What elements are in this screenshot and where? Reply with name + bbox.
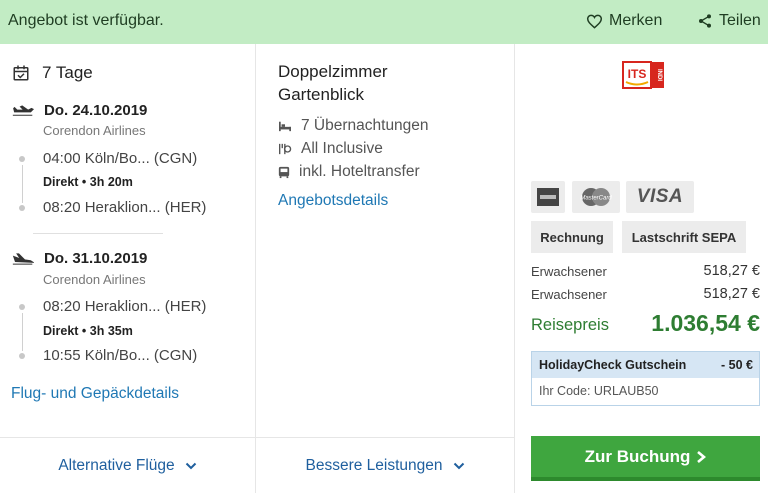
operator-logo: ITS INDI bbox=[622, 61, 665, 89]
price-row-value: 518,27 € bbox=[703, 263, 760, 279]
timeline-line bbox=[21, 313, 23, 351]
book-button-label: Zur Buchung bbox=[584, 446, 691, 466]
flight-column: 7 Tage Do. 24.10.2019 Corendon Airlines … bbox=[0, 44, 256, 437]
total-price-value: 1.036,54 € bbox=[651, 310, 760, 336]
outbound-date-label: Do. 24.10.2019 bbox=[44, 102, 148, 119]
availability-bar: Angebot ist verfügbar. Merken Teilen bbox=[0, 0, 768, 44]
outbound-arrival: 08:20 Heraklion... (HER) bbox=[43, 199, 207, 216]
voucher-discount: - 50 € bbox=[721, 358, 753, 372]
duration-label: 7 Tage bbox=[42, 63, 93, 82]
return-arrival: 10:55 Köln/Bo... (CGN) bbox=[43, 347, 198, 364]
return-airline: Corendon Airlines bbox=[43, 272, 146, 287]
feature-transfer: inkl. Hoteltransfer bbox=[278, 163, 420, 181]
plane-arrival-icon bbox=[12, 252, 34, 265]
mastercard-icon: MasterCard bbox=[572, 181, 620, 213]
divider bbox=[33, 233, 163, 234]
timeline-dot bbox=[19, 156, 25, 162]
room-column: Doppelzimmer Gartenblick 7 Übernachtunge… bbox=[256, 44, 515, 437]
logo-sub-text: INDI bbox=[656, 69, 662, 81]
save-label: Merken bbox=[609, 12, 663, 29]
return-date: Do. 31.10.2019 bbox=[12, 250, 147, 267]
save-button[interactable]: Merken bbox=[586, 12, 662, 30]
total-price-label: Reisepreis bbox=[531, 316, 609, 334]
book-button[interactable]: Zur Buchung bbox=[531, 436, 760, 481]
chevron-right-icon bbox=[697, 450, 707, 463]
offer-details-link[interactable]: Angebotsdetails bbox=[278, 192, 388, 210]
bus-icon bbox=[278, 166, 290, 178]
return-direct: Direkt • 3h 35m bbox=[43, 324, 133, 338]
cutlery-icon bbox=[279, 143, 292, 155]
chevron-down-icon bbox=[185, 462, 196, 469]
bed-icon bbox=[279, 121, 291, 132]
trip-duration: 7 Tage bbox=[12, 63, 93, 83]
room-view: Gartenblick bbox=[278, 85, 364, 104]
flight-details-link[interactable]: Flug- und Gepäckdetails bbox=[11, 385, 179, 403]
feature-nights-label: 7 Übernachtungen bbox=[301, 117, 429, 134]
alternative-flights-label: Alternative Flüge bbox=[58, 456, 175, 474]
price-column: ITS INDI MasterCard VISA Rechnung Lastsc… bbox=[515, 44, 768, 493]
return-date-label: Do. 31.10.2019 bbox=[44, 250, 148, 267]
voucher-box: HolidayCheck Gutschein - 50 € Ihr Code: … bbox=[531, 351, 760, 406]
price-row-label: Erwachsener bbox=[531, 264, 607, 279]
amex-card-icon bbox=[531, 181, 565, 213]
svg-text:MasterCard: MasterCard bbox=[580, 196, 612, 202]
share-icon bbox=[699, 14, 711, 28]
outbound-date: Do. 24.10.2019 bbox=[12, 102, 147, 119]
availability-text: Angebot ist verfügbar. bbox=[8, 12, 164, 29]
better-services-button[interactable]: Bessere Leistungen bbox=[256, 437, 515, 493]
timeline-dot bbox=[19, 353, 25, 359]
price-row-value: 518,27 € bbox=[703, 286, 760, 302]
timeline-dot bbox=[19, 304, 25, 310]
voucher-code: Ihr Code: URLAUB50 bbox=[539, 384, 659, 398]
feature-board: All Inclusive bbox=[278, 140, 383, 158]
voucher-header: HolidayCheck Gutschein - 50 € bbox=[532, 352, 759, 378]
calendar-icon bbox=[13, 65, 29, 81]
outbound-direct: Direkt • 3h 20m bbox=[43, 175, 133, 189]
room-title: Doppelzimmer Gartenblick bbox=[278, 60, 498, 106]
chevron-down-icon bbox=[453, 462, 464, 469]
better-services-label: Bessere Leistungen bbox=[305, 456, 443, 474]
plane-departure-icon bbox=[12, 104, 34, 116]
invoice-payment-badge: Rechnung bbox=[531, 221, 613, 253]
share-label: Teilen bbox=[719, 12, 761, 29]
alternative-flights-button[interactable]: Alternative Flüge bbox=[0, 437, 256, 493]
sepa-payment-badge: Lastschrift SEPA bbox=[622, 221, 746, 253]
timeline-line bbox=[21, 165, 23, 203]
feature-board-label: All Inclusive bbox=[301, 140, 383, 157]
room-type: Doppelzimmer bbox=[278, 62, 388, 81]
return-departure: 08:20 Heraklion... (HER) bbox=[43, 298, 207, 315]
timeline-dot bbox=[19, 205, 25, 211]
voucher-title: HolidayCheck Gutschein bbox=[539, 358, 687, 372]
outbound-airline: Corendon Airlines bbox=[43, 123, 146, 138]
outbound-departure: 04:00 Köln/Bo... (CGN) bbox=[43, 150, 198, 167]
logo-its-text: ITS bbox=[628, 67, 647, 81]
feature-nights: 7 Übernachtungen bbox=[278, 117, 429, 135]
visa-icon: VISA bbox=[626, 181, 694, 213]
feature-transfer-label: inkl. Hoteltransfer bbox=[299, 163, 420, 180]
price-row-label: Erwachsener bbox=[531, 287, 607, 302]
share-button[interactable]: Teilen bbox=[697, 12, 761, 30]
heart-icon bbox=[586, 14, 603, 29]
